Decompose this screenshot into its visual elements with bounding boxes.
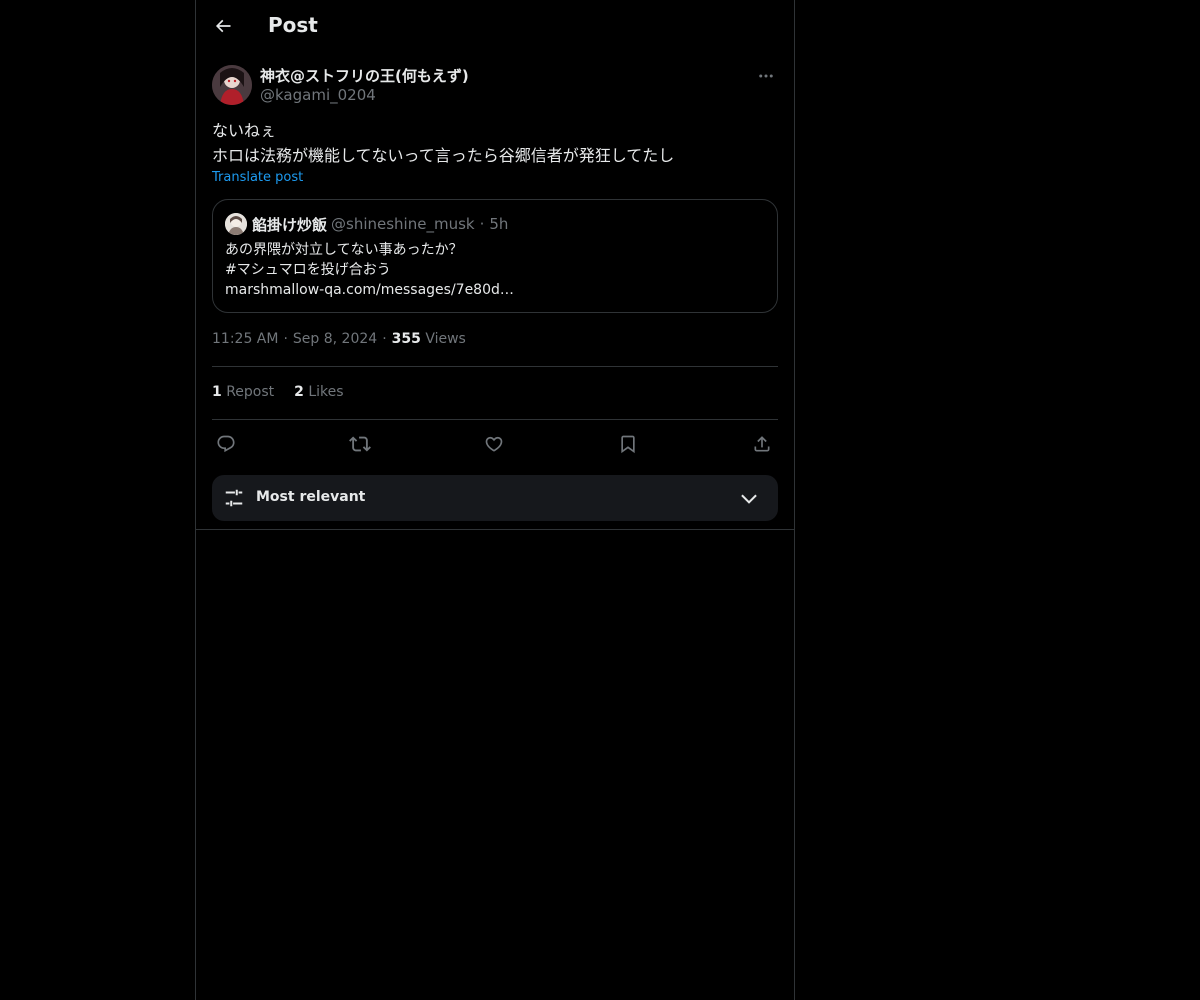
reposts-stat[interactable]: 1 Repost bbox=[212, 384, 274, 400]
more-icon bbox=[759, 74, 773, 78]
reply-icon bbox=[217, 435, 235, 453]
repost-icon bbox=[349, 436, 371, 452]
separator-dot: · bbox=[479, 215, 485, 233]
quoted-post-header: 餡掛け炒飯 @shineshine_musk · 5h bbox=[225, 213, 508, 235]
reply-sort-dropdown[interactable]: Most relevant bbox=[212, 475, 778, 521]
author-handle[interactable]: @kagami_0204 bbox=[260, 86, 376, 104]
share-button[interactable] bbox=[748, 430, 776, 458]
quote-timestamp: 5h bbox=[489, 215, 509, 233]
post-text-line: ホロは法務が機能してないって言ったら谷郷信者が発狂してたし bbox=[212, 146, 675, 165]
post-author: 神衣@ストフリの王(何もえず) @kagami_0204 bbox=[212, 64, 778, 108]
reposts-label: Repost bbox=[226, 384, 275, 400]
engagement-stats: 1 Repost 2 Likes bbox=[212, 384, 364, 400]
avatar[interactable] bbox=[212, 65, 252, 105]
post-time[interactable]: 11:25 AM bbox=[212, 331, 278, 347]
chevron-down-icon bbox=[741, 494, 757, 504]
arrow-left-icon bbox=[215, 19, 231, 33]
sliders-icon bbox=[225, 489, 243, 507]
like-button[interactable] bbox=[480, 430, 508, 458]
likes-count: 2 bbox=[294, 384, 304, 400]
quote-text: あの界隈が対立してない事あったか？ #マシュマロを投げ合おう marshmall… bbox=[225, 240, 765, 300]
quote-avatar bbox=[225, 213, 247, 235]
separator-dot: · bbox=[283, 331, 288, 347]
action-bar bbox=[212, 430, 778, 458]
post-text: ないねぇ ホロは法務が機能してないって言ったら谷郷信者が発狂してたし bbox=[212, 118, 778, 168]
main-column: Post 神衣@ストフリの王(何もえず) @kagami_0204 ないねぇ ホ… bbox=[195, 0, 795, 1000]
views-count: 355 bbox=[391, 331, 421, 347]
likes-stat[interactable]: 2 Likes bbox=[294, 384, 343, 400]
quote-text-line: #マシュマロを投げ合おう bbox=[225, 262, 391, 278]
bookmark-button[interactable] bbox=[614, 430, 642, 458]
quoted-post[interactable]: 餡掛け炒飯 @shineshine_musk · 5h あの界隈が対立してない事… bbox=[212, 199, 778, 313]
repost-button[interactable] bbox=[346, 430, 374, 458]
quote-author-handle: @shineshine_musk bbox=[331, 215, 475, 233]
post-meta: 11:25 AM · Sep 8, 2024 · 355 Views bbox=[212, 331, 466, 347]
divider bbox=[212, 419, 778, 420]
bookmark-icon bbox=[621, 435, 635, 454]
quote-link[interactable]: marshmallow-qa.com/messages/7e80d… bbox=[225, 280, 765, 300]
more-options-button[interactable] bbox=[754, 64, 778, 88]
quote-text-line: あの界隈が対立してない事あったか？ bbox=[225, 242, 463, 258]
quote-author-name: 餡掛け炒飯 bbox=[252, 215, 328, 234]
views-label: Views bbox=[425, 331, 466, 347]
share-icon bbox=[754, 436, 770, 452]
divider bbox=[212, 366, 778, 367]
page-header: Post bbox=[196, 0, 794, 53]
reply-button[interactable] bbox=[212, 430, 240, 458]
like-icon bbox=[485, 436, 503, 452]
likes-label: Likes bbox=[308, 384, 344, 400]
divider bbox=[196, 529, 794, 530]
post-date[interactable]: Sep 8, 2024 bbox=[293, 331, 377, 347]
back-button[interactable] bbox=[208, 11, 238, 41]
separator-dot: · bbox=[382, 331, 387, 347]
translate-post-link[interactable]: Translate post bbox=[212, 170, 303, 185]
page-title: Post bbox=[268, 13, 318, 37]
author-name[interactable]: 神衣@ストフリの王(何もえず) bbox=[260, 65, 469, 86]
sort-label: Most relevant bbox=[256, 489, 366, 505]
reposts-count: 1 bbox=[212, 384, 222, 400]
post-text-line: ないねぇ bbox=[212, 121, 277, 140]
